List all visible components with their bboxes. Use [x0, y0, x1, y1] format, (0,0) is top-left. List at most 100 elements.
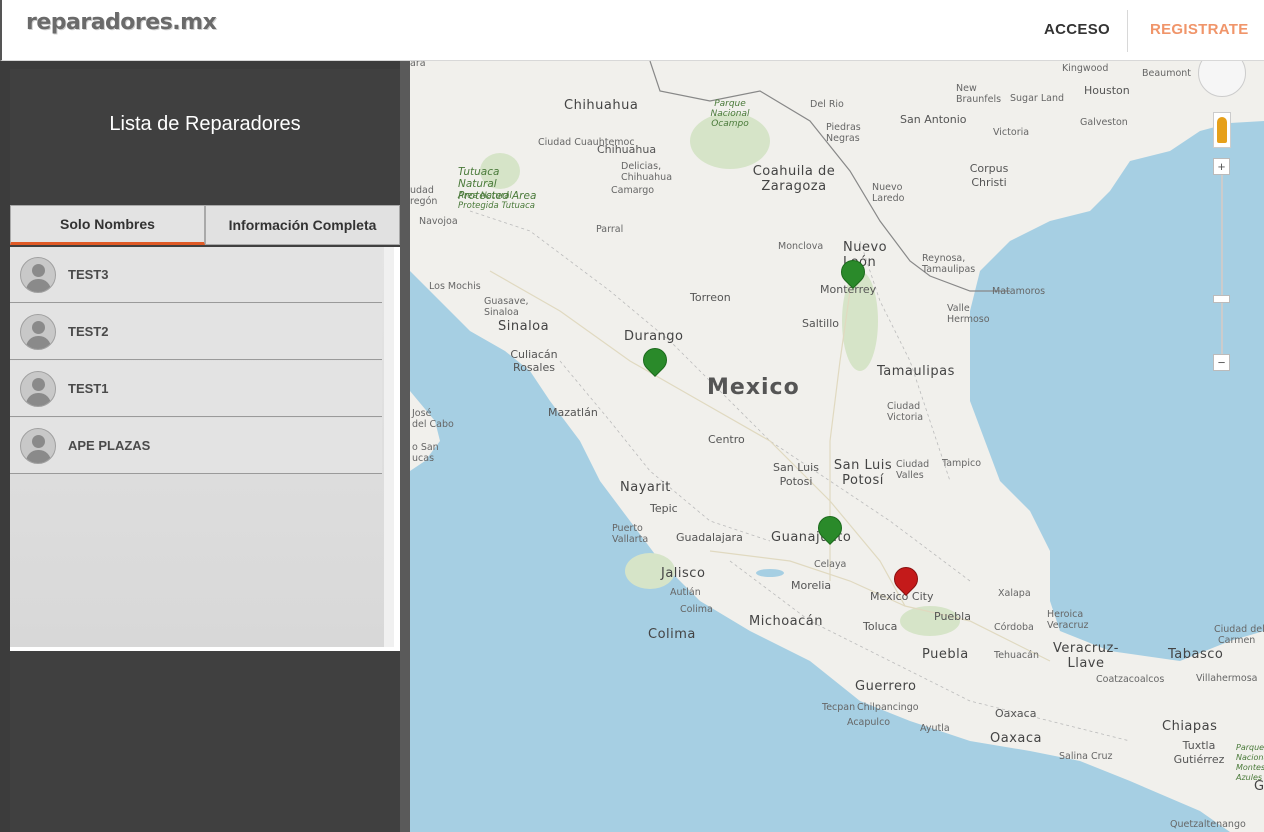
map-label-city: Tecpan: [822, 702, 856, 713]
map-label-city: Xalapa: [998, 588, 1031, 599]
map-label-fragment: regón: [410, 196, 438, 207]
avatar-icon: [20, 313, 56, 350]
map-label-city: Victoria: [993, 127, 1030, 138]
map-label-fragment: Carmen: [1218, 635, 1256, 646]
repairer-name: TEST2: [68, 324, 109, 339]
acceso-link[interactable]: ACCESO: [1044, 21, 1110, 38]
map-label-city: Ciudad Victoria: [887, 401, 924, 423]
map-label-city: Chilpancingo: [857, 702, 919, 713]
map-label-state: San Luis Potosí: [833, 458, 893, 488]
map-label-city: Galveston: [1080, 117, 1128, 128]
map-label-fragment: ucas: [412, 453, 435, 464]
tab-solo-nombres[interactable]: Solo Nombres: [10, 205, 205, 245]
map-marker-mexico-city[interactable]: [889, 562, 923, 601]
avatar-icon: [20, 256, 56, 293]
map-label-state: Coahuila de Zaragoza: [752, 164, 836, 194]
map-label-park: Area Natural Protegida Tutuaca: [458, 191, 535, 211]
map-label-city: Acapulco: [847, 717, 891, 728]
map-label-city: Culiacán Rosales: [510, 348, 558, 374]
map-label-fragment: José: [412, 408, 432, 419]
map-label-city: Matamoros: [992, 286, 1046, 297]
map-label-city: Camargo: [611, 185, 655, 196]
map-label-city: Autlán: [670, 587, 701, 598]
pegman-icon[interactable]: [1213, 112, 1231, 148]
map-label-city: Córdoba: [994, 622, 1034, 633]
map-label-state: Chiapas: [1162, 719, 1218, 734]
map-label-state: Michoacán: [749, 614, 823, 629]
panel-title: Lista de Reparadores: [109, 113, 301, 135]
map-label-city: Delicias, Chihuahua: [621, 161, 673, 183]
map-label-city: Centro: [708, 433, 745, 446]
map-label-city: Navojoa: [419, 216, 458, 227]
map-label-state: Veracruz-Llave: [1053, 641, 1119, 671]
map-label-city: Colima: [680, 604, 713, 615]
map-label-fragment: udad: [410, 185, 434, 196]
map-label-city: Houston: [1084, 84, 1130, 97]
registrate-link[interactable]: REGISTRATE: [1150, 21, 1249, 38]
map-label-city: Quetzaltenango: [1170, 819, 1246, 830]
map-label-park: Parque Nacional Ocampo: [710, 99, 750, 129]
list-item[interactable]: TEST1: [10, 361, 382, 417]
map-label-city: Heroica Veracruz: [1047, 609, 1089, 631]
map-label-city: Kingwood: [1062, 63, 1109, 74]
map-label-city: Puebla: [934, 610, 971, 623]
map-label-state: Chihuahua: [564, 98, 639, 113]
zoom-out-button[interactable]: −: [1213, 354, 1230, 371]
map-label-city: Parral: [596, 224, 624, 235]
map-label-city: Mazatlán: [548, 406, 598, 419]
map-label-city: Tampico: [942, 458, 982, 469]
map-marker-durango[interactable]: [638, 343, 672, 382]
map-label-city: Piedras Negras: [826, 122, 861, 144]
list-tabs: Solo Nombres Información Completa: [10, 205, 400, 245]
zoom-track[interactable]: [1221, 175, 1223, 365]
avatar-icon: [20, 427, 56, 464]
map-label-fragment: del Cabo: [412, 419, 454, 430]
sidebar: Lista de Reparadores Solo Nombres Inform…: [0, 61, 410, 832]
list-scrollbar[interactable]: [384, 247, 394, 647]
map-label-city: Guadalajara: [676, 531, 743, 544]
sidebar-scrollbar[interactable]: [400, 61, 410, 832]
repairers-list: TEST3 TEST2 TEST1 APE PLAZAS: [10, 247, 400, 651]
list-item[interactable]: TEST2: [10, 304, 382, 360]
map-label-state: Colima: [648, 627, 696, 642]
map-label-city: Valle Hermoso: [947, 303, 990, 325]
zoom-slider-thumb[interactable]: [1213, 295, 1230, 303]
zoom-in-button[interactable]: +: [1213, 158, 1230, 175]
map-label-state: Durango: [624, 329, 684, 344]
map-label-fragment: Ciudad del: [1214, 624, 1264, 635]
nav-divider: [1127, 10, 1128, 52]
map-label-state: Sinaloa: [498, 319, 550, 334]
map-label-country: Mexico: [707, 375, 800, 400]
map-label-city: Del Rio: [810, 99, 844, 110]
list-item[interactable]: APE PLAZAS: [10, 418, 382, 474]
map-label-city: Reynosa, Tamaulipas: [922, 253, 976, 275]
map-label-city: Villahermosa: [1196, 673, 1258, 684]
map-label-park: Parque Nacional Montes Azules: [1236, 743, 1264, 782]
map-label-city: Guasave, Sinaloa: [484, 296, 529, 318]
map-label-city: Torreon: [690, 291, 731, 304]
avatar-icon: [20, 370, 56, 407]
repairer-name: TEST1: [68, 381, 109, 396]
map-marker-guanajuato[interactable]: [813, 511, 847, 550]
map-label-city: Morelia: [791, 579, 832, 592]
map-label-city: Corpus Christi: [969, 162, 1009, 189]
list-item[interactable]: TEST3: [10, 247, 382, 303]
map-label-city: Salina Cruz: [1059, 751, 1113, 762]
map-label-city: Monclova: [778, 241, 824, 252]
site-logo[interactable]: reparadores.mx: [26, 10, 217, 35]
map-marker-monterrey[interactable]: [836, 255, 870, 294]
repairers-panel: Lista de Reparadores Solo Nombres Inform…: [10, 69, 400, 832]
map-label-city: Los Mochis: [429, 281, 481, 292]
repairer-name: APE PLAZAS: [68, 438, 151, 453]
map-label-state: Tamaulipas: [877, 364, 955, 379]
map-label-city: Ciudad Valles: [896, 459, 930, 481]
map-label-state: Jalisco: [661, 566, 706, 581]
map-label-city: Toluca: [863, 620, 898, 633]
map-view[interactable]: Chihuahua Coahuila de Zaragoza Nuevo Leó…: [410, 61, 1264, 832]
map-label-state: Guerrero: [855, 679, 917, 694]
repairer-name: TEST3: [68, 267, 109, 282]
map-label-city: Sugar Land: [1010, 93, 1064, 104]
map-label-city: San Luis Potosi: [773, 461, 819, 488]
tab-informacion-completa[interactable]: Información Completa: [205, 205, 400, 245]
map-label-city: Nuevo Laredo: [872, 182, 905, 204]
